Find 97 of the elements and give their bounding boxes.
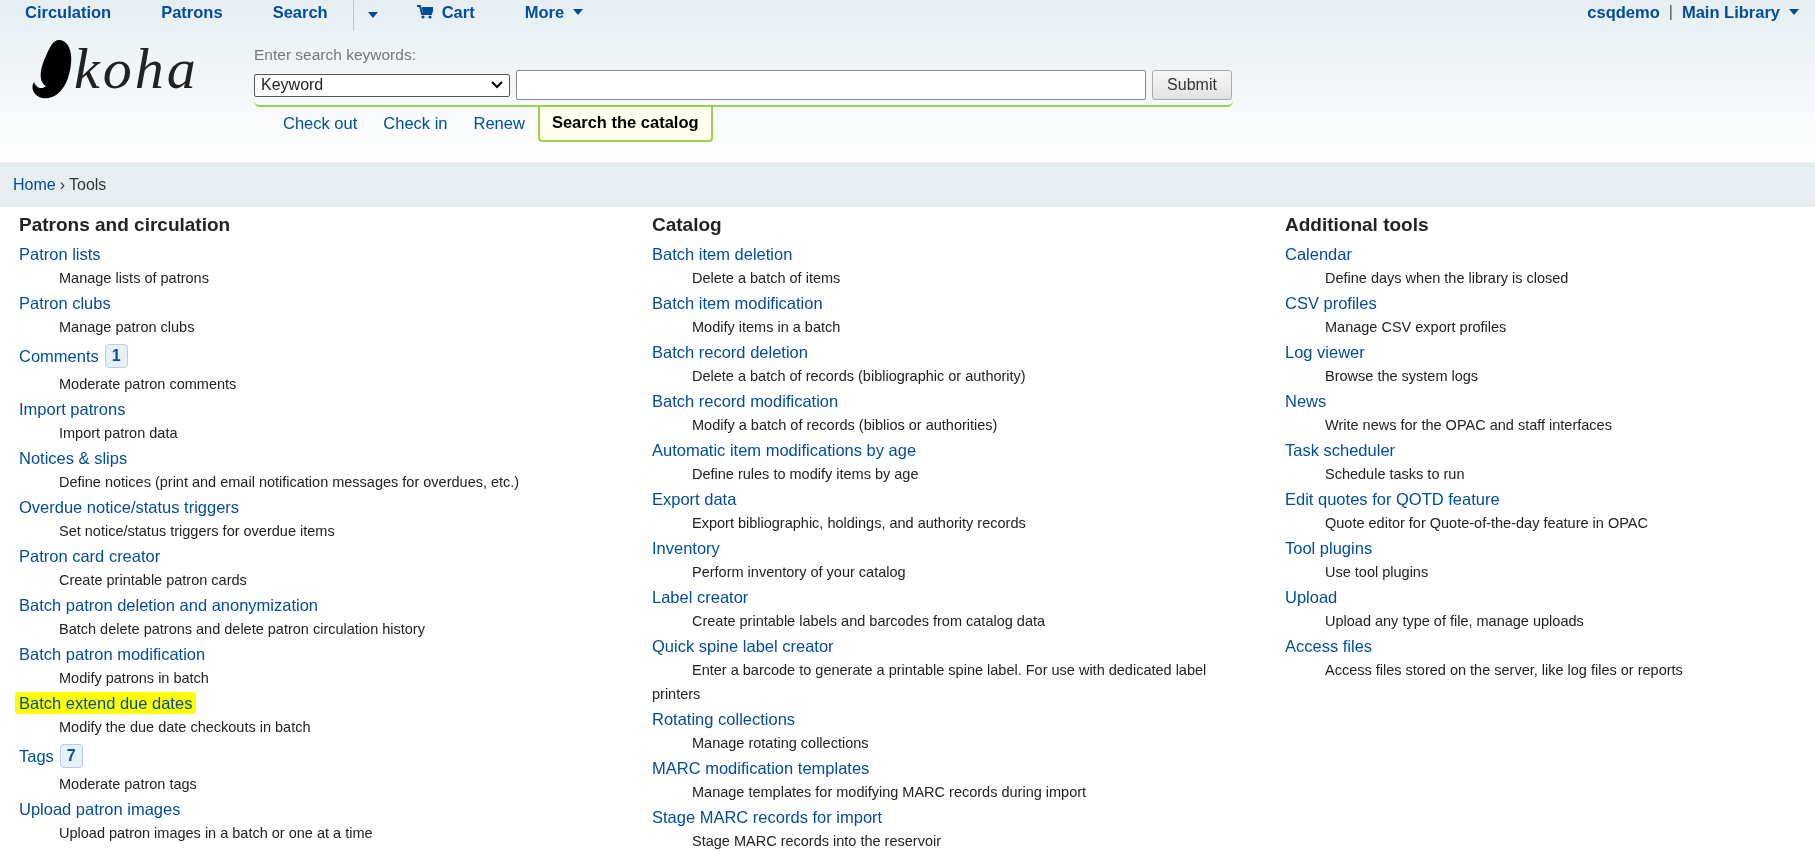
tool-link[interactable]: Batch item deletion (652, 243, 793, 265)
tool-link[interactable]: Upload (1285, 586, 1338, 608)
caret-icon (573, 9, 584, 15)
tool-link[interactable]: Tags (19, 745, 54, 767)
section-heading: Additional tools (1285, 213, 1430, 237)
tool-link[interactable]: Overdue notice/status triggers (19, 496, 240, 518)
tool-description: Delete a batch of items (691, 269, 842, 288)
logo-mark-icon (30, 38, 74, 100)
separator: | (1668, 3, 1673, 21)
tool-link[interactable]: Patron card creator (19, 545, 161, 567)
tool-link[interactable]: Log viewer (1285, 341, 1365, 363)
tool-link[interactable]: Edit quotes for QOTD feature (1285, 488, 1500, 510)
tool-description: Modify patrons in batch (58, 669, 210, 688)
tool-description: Manage lists of patrons (58, 269, 210, 288)
tool-link[interactable]: Inventory (652, 537, 720, 559)
tool-link[interactable]: Batch item modification (652, 292, 823, 314)
tool-link[interactable]: MARC modification templates (652, 757, 870, 779)
tool-description: Manage templates for modifying MARC records during import (691, 783, 1088, 802)
tool-link[interactable]: Label creator (652, 586, 749, 608)
tool-link[interactable]: Batch patron deletion and anonymization (19, 594, 319, 616)
tool-description: Modify a batch of records (biblios or authorities) (691, 416, 999, 435)
tool-description: Delete a batch of records (bibliographic or authority) (691, 367, 1027, 386)
tool-description: Set notice/status triggers for overdue items (58, 522, 336, 541)
caret-icon (1789, 9, 1799, 15)
breadcrumb-separator: › (59, 175, 65, 194)
tool-description: Modify items in a batch (691, 318, 842, 337)
tool-description: Stage MARC records into the reservoir (691, 832, 942, 851)
tool-description: Write news for the OPAC and staff interfaces (1324, 416, 1613, 435)
tool-description: Create printable patron cards (58, 571, 248, 590)
tool-link[interactable]: Import patrons (19, 398, 126, 420)
tool-link[interactable]: Patron lists (19, 243, 101, 265)
tool-link[interactable]: CSV profiles (1285, 292, 1377, 314)
tool-link[interactable]: Batch extend due dates (15, 692, 197, 714)
tool-link[interactable]: Batch record modification (652, 390, 839, 412)
count-badge: 7 (59, 744, 83, 768)
tool-link[interactable]: Access files (1285, 635, 1373, 657)
breadcrumb-current: Tools (69, 175, 107, 194)
search-input[interactable] (516, 70, 1146, 100)
tool-description: Upload any type of file, manage uploads (1324, 612, 1585, 631)
breadcrumb-link[interactable]: Home (13, 175, 56, 194)
tool-description: Moderate patron comments (58, 375, 238, 394)
tool-link[interactable]: Comments (19, 345, 99, 367)
caret-icon (367, 12, 378, 18)
tool-description: Batch delete patrons and delete patron circulation history (58, 620, 426, 639)
logo-text: koha (74, 39, 199, 99)
tool-link[interactable]: Patron clubs (19, 292, 111, 314)
tool-link[interactable]: Quick spine label creator (652, 635, 834, 657)
nav-link[interactable]: Patrons (136, 0, 248, 24)
chevron-icon (491, 81, 503, 89)
tool-link[interactable]: Tool plugins (1285, 537, 1373, 559)
tool-description: Define notices (print and email notification messages for overdues, etc.) (58, 473, 521, 492)
tool-description: Create printable labels and barcodes from catalog data (691, 612, 1047, 631)
cart-icon (416, 5, 433, 19)
tool-link[interactable]: Rotating collections (652, 708, 796, 730)
search-tab[interactable]: Search the catalog (537, 107, 713, 142)
tool-link[interactable]: Upload patron images (19, 798, 181, 820)
tool-link[interactable]: Batch record deletion (652, 341, 808, 363)
tool-description: Import patron data (58, 424, 179, 443)
more-menu[interactable]: More (499, 0, 609, 24)
tool-link[interactable]: Stage MARC records for import (652, 806, 883, 828)
tool-description: Enter a barcode to generate a printable spine label. For use with dedicated label printers (652, 661, 1208, 704)
tool-description: Perform inventory of your catalog (691, 563, 907, 582)
tool-link[interactable]: Task scheduler (1285, 439, 1396, 461)
tool-description: Quote editor for Quote-of-the-day feature in OPAC (1324, 514, 1649, 533)
tool-link[interactable]: Calendar (1285, 243, 1352, 265)
tool-description: Moderate patron tags (58, 775, 198, 794)
tool-description: Modify the due date checkouts in batch (58, 718, 312, 737)
tool-description: Use tool plugins (1324, 563, 1430, 582)
search-tab[interactable]: Renew (460, 107, 538, 141)
submit-button[interactable]: Submit (1152, 70, 1232, 100)
tool-description: Define days when the library is closed (1324, 269, 1570, 288)
tool-link[interactable]: Batch patron modification (19, 643, 206, 665)
tool-description: Export bibliographic, holdings, and authority records (691, 514, 1027, 533)
cart-link[interactable]: Cart (391, 0, 500, 24)
tool-description: Manage patron clubs (58, 318, 196, 337)
library-menu[interactable]: Main Library (1681, 0, 1815, 24)
tool-link[interactable]: Notices & slips (19, 447, 128, 469)
tool-description: Define rules to modify items by age (691, 465, 920, 484)
tool-description: Upload patron images in a batch or one at a time (58, 824, 374, 843)
tool-description: Access files stored on the server, like log files or reports (1324, 661, 1684, 680)
tool-description: Schedule tasks to run (1324, 465, 1466, 484)
nav-link[interactable]: Circulation (0, 0, 137, 24)
tool-description: Manage rotating collections (691, 734, 870, 753)
nav-link[interactable]: Search (247, 0, 353, 24)
search-type-select[interactable]: Keyword (254, 73, 510, 97)
user-link[interactable]: csqdemo (1587, 0, 1660, 24)
search-label: Enter search keywords: (254, 46, 417, 64)
tool-description: Browse the system logs (1324, 367, 1480, 386)
section-heading: Catalog (652, 213, 723, 237)
search-tab[interactable]: Check in (370, 107, 461, 141)
tool-link[interactable]: Export data (652, 488, 737, 510)
tool-link[interactable]: Automatic item modifications by age (652, 439, 917, 461)
search-tab[interactable]: Check out (270, 107, 371, 141)
tool-description: Manage CSV export profiles (1324, 318, 1508, 337)
tool-link[interactable]: News (1285, 390, 1327, 412)
count-badge: 1 (104, 344, 128, 368)
section-heading: Patrons and circulation (19, 213, 232, 237)
